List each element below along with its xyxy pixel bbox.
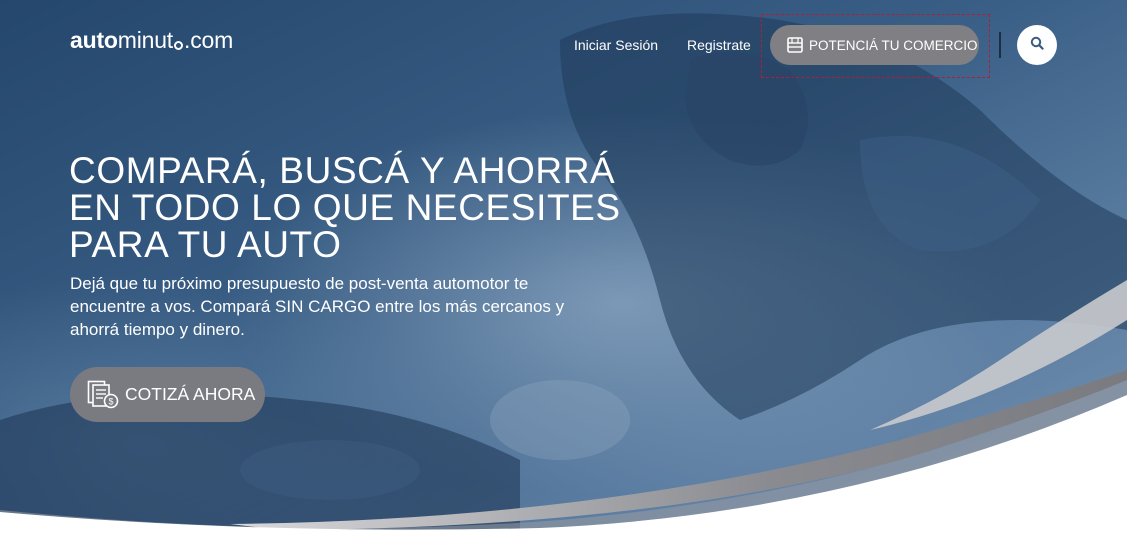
quote-document-icon: $	[87, 380, 120, 410]
logo-domain-text: .com	[184, 27, 234, 53]
hero-subtext: Dejá que tu próximo presupuesto de post-…	[70, 274, 565, 339]
quote-now-button[interactable]: $ COTIZÁ AHORA	[70, 367, 265, 422]
logo-bold-text: auto	[70, 27, 118, 53]
search-icon	[1030, 36, 1044, 55]
logo-ring-icon	[174, 41, 183, 50]
search-button[interactable]	[1017, 25, 1057, 65]
store-icon	[786, 36, 804, 54]
site-logo[interactable]: auto minut .com	[70, 27, 233, 55]
quote-now-label: COTIZÁ AHORA	[125, 384, 256, 404]
hero-headline: COMPARÁ, BUSCÁ Y AHORRÁ EN TODO LO QUE N…	[69, 152, 629, 263]
commerce-cta-focus-outline: POTENCIÁ TU COMERCIO	[761, 14, 990, 78]
hero-section: auto minut .com Iniciar Sesión Registrat…	[0, 0, 1127, 551]
hero-headline-line-1: COMPARÁ, BUSCÁ Y AHORRÁ	[69, 150, 616, 191]
boost-commerce-label: POTENCIÁ TU COMERCIO	[809, 37, 978, 53]
logo-light-text: minut	[117, 27, 173, 53]
hero-headline-line-2: EN TODO LO QUE NECESITES	[69, 187, 621, 228]
svg-text:$: $	[108, 396, 113, 406]
hero-headline-line-3: PARA TU AUTO	[69, 224, 342, 265]
login-link[interactable]: Iniciar Sesión	[574, 37, 658, 53]
boost-commerce-button[interactable]: POTENCIÁ TU COMERCIO	[770, 25, 979, 65]
header-divider	[999, 32, 1001, 58]
register-link[interactable]: Registrate	[687, 37, 751, 53]
